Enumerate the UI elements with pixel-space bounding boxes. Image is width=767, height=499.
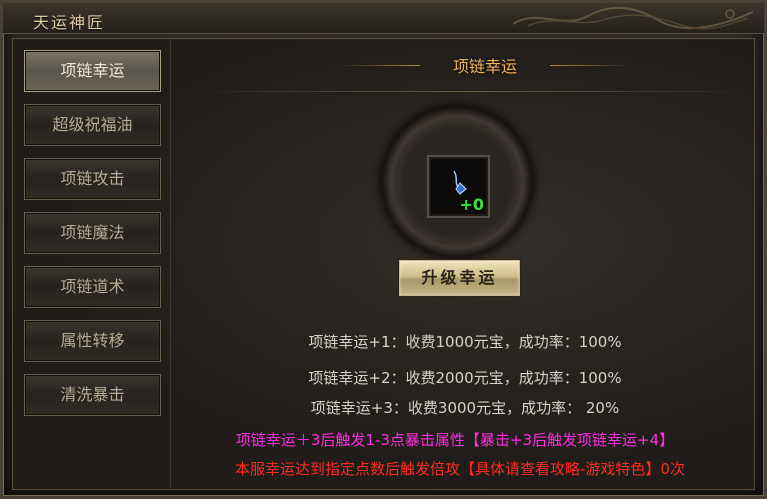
item-slot[interactable]: +0 <box>427 155 490 218</box>
cost-line-2: 项链幸运+2：收费2000元宝，成功率：100% <box>308 369 622 387</box>
tab-wash-critical[interactable]: 清洗暴击 <box>24 374 161 416</box>
dragon-ornament-icon <box>512 6 754 30</box>
tab-super-blessing-oil[interactable]: 超级祝福油 <box>24 104 161 146</box>
cost-line-1: 项链幸运+1：收费1000元宝，成功率：100% <box>308 333 622 351</box>
window-title: 天运神匠 <box>33 13 106 32</box>
cost-line-3: 项链幸运+3：收费3000元宝，成功率： 20% <box>310 399 620 417</box>
upgrade-luck-button[interactable]: 升级幸运 <box>399 260 520 296</box>
bonus-note: 项链幸运＋3后触发1-3点暴击属性【暴击+3后触发项链幸运+4】 <box>235 431 675 449</box>
tab-necklace-luck[interactable]: 项链幸运 <box>24 50 161 92</box>
title-bar[interactable]: 天运神匠 <box>3 3 764 34</box>
header-underline <box>190 91 752 92</box>
section-header: 项链幸运 <box>330 50 640 80</box>
tab-necklace-attack[interactable]: 项链攻击 <box>24 158 161 200</box>
header-divider-right <box>550 65 630 66</box>
tab-necklace-magic[interactable]: 项链魔法 <box>24 212 161 254</box>
necklace-icon <box>453 170 467 195</box>
tab-attribute-transfer[interactable]: 属性转移 <box>24 320 161 362</box>
tab-necklace-taoism[interactable]: 项链道术 <box>24 266 161 308</box>
item-level-badge: +0 <box>459 195 484 214</box>
server-note: 本服幸运达到指定点数后触发倍攻【具体请查看攻略-游戏特色】0次 <box>235 460 685 478</box>
tab-sidebar: 项链幸运 超级祝福油 项链攻击 项链魔法 项链道术 属性转移 清洗暴击 <box>14 40 171 488</box>
